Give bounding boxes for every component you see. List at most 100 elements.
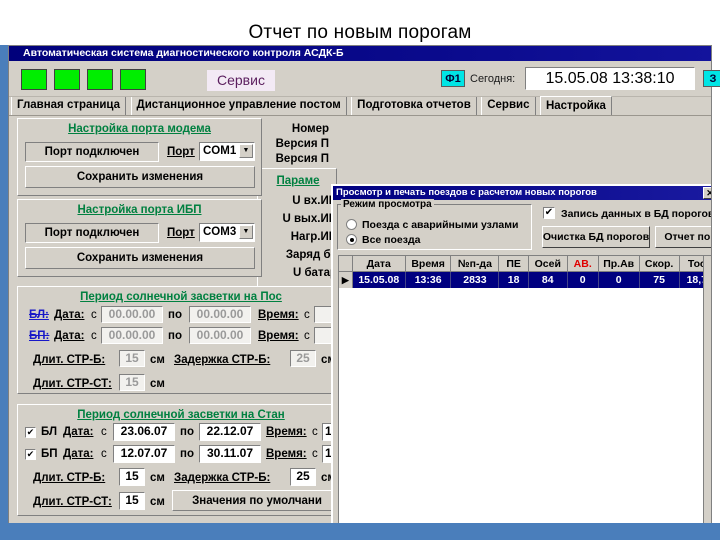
sun-post-row1-to-word: по xyxy=(168,309,182,321)
tab-settings[interactable]: Настройка xyxy=(539,96,612,115)
ups-port-title: Настройка порта ИБП xyxy=(77,204,202,216)
radio-trains-with-faults-label: Поезда с аварийными узлами xyxy=(362,219,519,231)
cell-axles: 84 xyxy=(528,271,568,288)
tab-remote-control[interactable]: Дистанционное управление постом xyxy=(130,97,347,115)
modem-port-select[interactable]: COM1 ▼ xyxy=(199,142,255,161)
f1-help-button[interactable]: Ф1 xyxy=(441,70,465,87)
sun-station-dur-strst-label: Длит. СТР-СТ: xyxy=(33,496,112,508)
sun-post-row1-time-label: Время: xyxy=(258,309,299,321)
sun-station-row2-date-label: Дата: xyxy=(63,448,94,460)
col-date[interactable]: Дата xyxy=(352,256,406,272)
ups-port-status: Порт подключен xyxy=(25,223,159,243)
trains-data-grid[interactable]: Дата Время №п-да ПЕ Осей АВ. Пр.Ав Скор.… xyxy=(338,255,711,524)
z-button[interactable]: З xyxy=(703,70,720,87)
sun-station-dur-strst-value[interactable]: 15 xyxy=(119,492,145,510)
col-alarms[interactable]: АВ. xyxy=(567,256,599,272)
current-datetime-display: 15.05.08 13:38:10 xyxy=(525,67,695,90)
sun-post-dur-strst-value[interactable]: 15 xyxy=(119,374,145,391)
sun-station-delay-strb-value[interactable]: 25 xyxy=(290,468,316,486)
tab-report-preparation[interactable]: Подготовка отчетов xyxy=(351,97,477,115)
app-title-bar: Автоматическая система диагностического … xyxy=(9,46,711,61)
col-pre-alarms[interactable]: Пр.Ав xyxy=(598,256,640,272)
modem-port-value: COM1 xyxy=(203,145,237,157)
sun-station-defaults-button[interactable]: Значения по умолчани xyxy=(172,490,342,511)
sun-post-row1-date-from[interactable]: 00.00.00 xyxy=(101,306,163,323)
dialog-body: Режим просмотра Поезда с аварийными узла… xyxy=(333,199,711,524)
sun-station-row2-date-to[interactable]: 30.11.07 xyxy=(199,445,261,463)
main-tab-strip: Главная страница Дистанционное управлени… xyxy=(9,96,711,116)
train-report-button[interactable]: Отчет по поезду xyxy=(655,226,711,248)
modem-port-title: Настройка порта модема xyxy=(68,123,211,135)
sun-post-row1-time-from-word: с xyxy=(304,309,310,321)
settings-client-area: Номер Версия П Версия П Параме U вх.ИБ U… xyxy=(9,116,711,524)
sun-station-row2-checkbox[interactable]: ✔ xyxy=(25,449,36,460)
sun-station-row1-date-from[interactable]: 23.06.07 xyxy=(113,423,175,441)
cell-time: 13:36 xyxy=(405,271,452,288)
sun-post-row2-date-to[interactable]: 00.00.00 xyxy=(189,327,251,344)
cell-alarms: 0 xyxy=(567,271,599,288)
parameters-title: Параме xyxy=(276,175,320,187)
close-icon[interactable]: ✕ xyxy=(703,187,711,199)
view-mode-title: Режим просмотра xyxy=(341,199,434,210)
main-application-window: Автоматическая система диагностического … xyxy=(8,45,720,524)
sun-station-row2-date-from[interactable]: 12.07.07 xyxy=(113,445,175,463)
desktop-background-left xyxy=(0,45,8,540)
status-led-4 xyxy=(120,69,146,90)
sun-station-row1-date-to[interactable]: 22.12.07 xyxy=(199,423,261,441)
chevron-down-icon[interactable]: ▼ xyxy=(239,225,253,239)
cell-pe: 18 xyxy=(498,271,529,288)
sun-post-row2-from-word: с xyxy=(91,330,97,342)
sun-station-row2-from-word: с xyxy=(101,448,107,460)
sun-station-dur-strb-value[interactable]: 15 xyxy=(119,468,145,486)
tab-main-page[interactable]: Главная страница xyxy=(11,97,127,115)
sun-post-row1-from-word: с xyxy=(91,309,97,321)
ups-save-button[interactable]: Сохранить изменения xyxy=(25,247,255,269)
sun-station-row2-to-word: по xyxy=(180,448,194,460)
service-mode-banner: Сервис xyxy=(207,70,275,91)
clear-threshold-db-button[interactable]: Очистка БД порогов xyxy=(542,226,650,248)
sun-post-delay-strb-label: Задержка СТР-Б: xyxy=(174,354,271,366)
col-pe[interactable]: ПЕ xyxy=(498,256,529,272)
sun-station-delay-strb-label: Задержка СТР-Б: xyxy=(174,472,271,484)
status-led-2 xyxy=(54,69,80,90)
sun-station-row1-checkbox[interactable]: ✔ xyxy=(25,427,36,438)
trains-table: Дата Время №п-да ПЕ Осей АВ. Пр.Ав Скор.… xyxy=(339,256,711,288)
sun-post-delay-strb-value[interactable]: 25 xyxy=(290,350,316,367)
cell-train-number: 2833 xyxy=(450,271,500,288)
table-row[interactable]: ▶ 15.05.08 13:36 2833 18 84 0 0 75 18,7 xyxy=(339,271,711,288)
grid-vertical-scrollbar[interactable] xyxy=(703,256,711,524)
radio-trains-with-faults[interactable] xyxy=(346,219,357,230)
sun-station-row1-side: БЛ xyxy=(41,426,58,438)
sun-post-dur-strb-value[interactable]: 15 xyxy=(119,350,145,367)
write-to-db-label: Запись данных в БД порогов xyxy=(561,208,711,220)
tab-service[interactable]: Сервис xyxy=(481,97,536,115)
cell-speed: 75 xyxy=(639,271,680,288)
sun-station-row2-side: БП xyxy=(41,448,58,460)
sun-post-row1-date-to[interactable]: 00.00.00 xyxy=(189,306,251,323)
sun-post-row1-date-label: Дата: xyxy=(54,309,85,321)
radio-all-trains-label: Все поезда xyxy=(362,234,421,246)
sun-period-post-title: Период солнечной засветки на Пос xyxy=(80,291,282,303)
col-train-number[interactable]: №п-да xyxy=(450,256,500,272)
col-axles[interactable]: Осей xyxy=(528,256,568,272)
sun-post-row2-time-label: Время: xyxy=(258,330,299,342)
sun-station-row1-from-word: с xyxy=(101,426,107,438)
chevron-down-icon[interactable]: ▼ xyxy=(239,144,253,158)
radio-all-trains[interactable] xyxy=(346,234,357,245)
modem-save-button[interactable]: Сохранить изменения xyxy=(25,166,255,188)
app-toolbar: Сервис Ф1 Сегодня: 15.05.08 13:38:10 З xyxy=(9,61,720,97)
sun-post-row2-date-from[interactable]: 00.00.00 xyxy=(101,327,163,344)
status-led-3 xyxy=(87,69,113,90)
trains-threshold-dialog: Просмотр и печать поездов с расчетом нов… xyxy=(331,184,711,524)
ups-port-value: COM3 xyxy=(203,226,237,238)
col-time[interactable]: Время xyxy=(405,256,452,272)
today-label: Сегодня: xyxy=(470,73,516,85)
ups-port-select[interactable]: COM3 ▼ xyxy=(199,223,255,242)
write-to-db-checkbox[interactable]: ✔ xyxy=(543,207,555,219)
sun-station-row1-date-label: Дата: xyxy=(63,426,94,438)
sun-station-dur-strb-label: Длит. СТР-Б: xyxy=(33,472,106,484)
sun-post-dur-strst-unit: см xyxy=(150,378,165,390)
cell-date: 15.05.08 xyxy=(352,271,406,288)
col-speed[interactable]: Скор. xyxy=(639,256,680,272)
sun-station-dur-strst-unit: см xyxy=(150,496,165,508)
